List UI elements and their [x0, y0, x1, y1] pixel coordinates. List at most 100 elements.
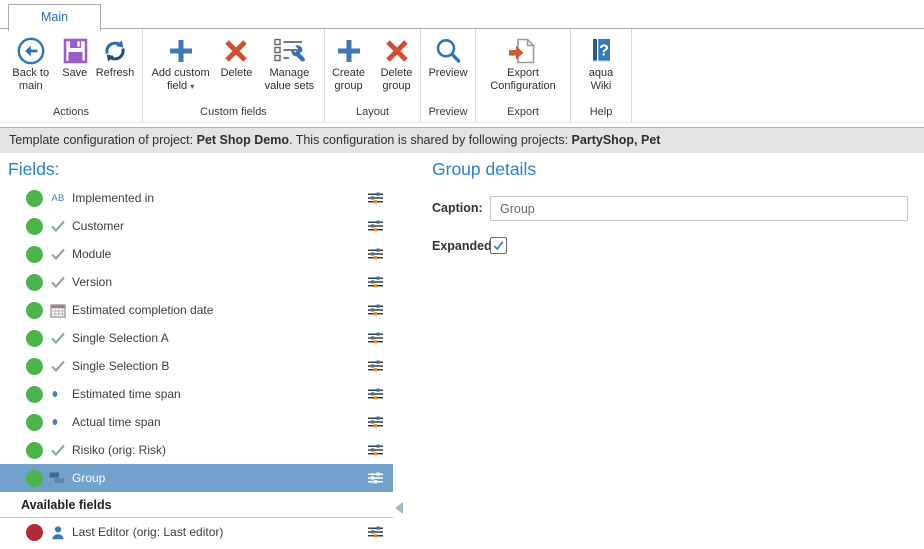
manage-value-sets-label: Manage value sets: [259, 67, 319, 93]
checkmark-icon: [492, 239, 505, 252]
field-row-module[interactable]: Module: [0, 240, 393, 268]
refresh-icon: [100, 34, 130, 67]
manage-value-sets-button[interactable]: Manage value sets: [256, 33, 322, 94]
delete-x-icon: [221, 34, 251, 67]
available-fields-header: Available fields: [0, 492, 393, 518]
field-settings-icon[interactable]: [367, 247, 384, 261]
checklist-type-icon: [47, 219, 69, 233]
caption-label: Caption:: [432, 201, 483, 215]
person-type-icon: [47, 525, 69, 540]
add-custom-field-button[interactable]: Add custom field ▾: [145, 33, 217, 94]
field-label: Customer: [72, 219, 367, 233]
status-green-icon: [26, 470, 43, 487]
ribbon-group-actions: Back to main Save Refresh Actions: [0, 29, 143, 122]
delete-group-button[interactable]: Delete group: [373, 33, 420, 94]
field-row-single-selection-b[interactable]: Single Selection B: [0, 352, 393, 380]
manage-value-sets-icon: [273, 34, 305, 67]
ribbon-group-preview: Preview Preview: [421, 29, 476, 122]
magnifier-icon: [433, 34, 463, 67]
field-label: Version: [72, 275, 367, 289]
refresh-button[interactable]: Refresh: [93, 33, 138, 81]
export-document-icon: [506, 34, 540, 67]
project-name: Pet Shop Demo: [197, 133, 289, 147]
main-content: Fields: AB Implemented in Customer Modul…: [0, 153, 924, 549]
add-custom-field-label: Add custom field ▾: [148, 67, 214, 93]
svg-text:?: ?: [599, 42, 609, 59]
field-row-actual-time-span[interactable]: Actual time span: [0, 408, 393, 436]
preview-label: Preview: [428, 67, 467, 80]
field-row-implemented-in[interactable]: AB Implemented in: [0, 184, 393, 212]
back-to-main-button[interactable]: Back to main: [5, 33, 57, 94]
checklist-type-icon: [47, 247, 69, 261]
refresh-label: Refresh: [96, 67, 135, 80]
field-row-single-selection-a[interactable]: Single Selection A: [0, 324, 393, 352]
shared-projects: PartyShop, Pet: [572, 133, 661, 147]
field-settings-icon[interactable]: [367, 275, 384, 289]
field-row-group-selected[interactable]: Group: [0, 464, 393, 492]
field-settings-icon[interactable]: [367, 303, 384, 317]
checklist-type-icon: [47, 275, 69, 289]
ribbon-group-label-preview: Preview: [421, 105, 475, 122]
field-settings-icon[interactable]: [367, 443, 384, 457]
ribbon-group-export: Export Configuration Export: [476, 29, 571, 122]
back-icon: [16, 34, 46, 67]
text-type-icon: AB: [47, 193, 69, 204]
save-label: Save: [62, 67, 87, 80]
field-settings-icon[interactable]: [367, 415, 384, 429]
create-group-button[interactable]: Create group: [325, 33, 372, 94]
delete-button[interactable]: Delete: [218, 33, 256, 81]
tab-main[interactable]: Main: [8, 4, 101, 31]
status-green-icon: [26, 414, 43, 431]
create-group-label: Create group: [328, 67, 369, 93]
field-settings-icon[interactable]: [367, 525, 384, 539]
field-settings-icon[interactable]: [367, 471, 384, 485]
export-configuration-button[interactable]: Export Configuration: [479, 33, 567, 94]
status-green-icon: [26, 330, 43, 347]
field-settings-icon[interactable]: [367, 387, 384, 401]
field-settings-icon[interactable]: [367, 359, 384, 373]
status-green-icon: [26, 386, 43, 403]
field-settings-icon[interactable]: [367, 331, 384, 345]
panel-collapse-arrow[interactable]: [395, 502, 403, 514]
delete-group-label: Delete group: [376, 67, 417, 93]
save-button[interactable]: Save: [58, 33, 92, 81]
info-bar: Template configuration of project: Pet S…: [0, 127, 924, 153]
ribbon-group-label-help: Help: [571, 105, 631, 122]
field-row-version[interactable]: Version: [0, 268, 393, 296]
aqua-wiki-label: aqua Wiki: [583, 67, 619, 93]
field-row-last-editor[interactable]: Last Editor (orig: Last editor): [0, 518, 393, 546]
field-label: Risiko (orig: Risk): [72, 443, 367, 457]
field-settings-icon[interactable]: [367, 191, 384, 205]
preview-button[interactable]: Preview: [425, 33, 470, 81]
status-green-icon: [26, 442, 43, 459]
field-row-estimated-time-span[interactable]: Estimated time span: [0, 380, 393, 408]
status-green-icon: [26, 302, 43, 319]
ribbon-body: Back to main Save Refresh Actions: [0, 29, 924, 122]
ribbon-group-layout: Create group Delete group Layout: [325, 29, 421, 122]
aqua-wiki-button[interactable]: ? aqua Wiki: [580, 33, 622, 94]
ribbon-group-label-layout: Layout: [325, 105, 420, 122]
field-row-customer[interactable]: Customer: [0, 212, 393, 240]
field-label: Implemented in: [72, 191, 367, 205]
caption-input[interactable]: [490, 196, 908, 221]
back-to-main-label: Back to main: [8, 67, 54, 93]
info-bar-middle: . This configuration is shared by follow…: [289, 133, 572, 147]
delete-x-icon: [382, 34, 412, 67]
status-green-icon: [26, 246, 43, 263]
status-green-icon: [26, 358, 43, 375]
status-red-icon: [26, 524, 43, 541]
field-row-risiko[interactable]: Risiko (orig: Risk): [0, 436, 393, 464]
checklist-type-icon: [47, 331, 69, 345]
status-green-icon: [26, 274, 43, 291]
field-label: Actual time span: [72, 415, 367, 429]
expanded-checkbox[interactable]: [490, 237, 507, 254]
wiki-book-icon: ?: [586, 34, 616, 67]
plus-icon: [334, 34, 364, 67]
field-settings-icon[interactable]: [367, 219, 384, 233]
field-row-estimated-completion-date[interactable]: Estimated completion date: [0, 296, 393, 324]
calendar-type-icon: [47, 303, 69, 318]
field-label: Estimated completion date: [72, 303, 367, 317]
delete-label: Delete: [221, 67, 253, 80]
field-label: Module: [72, 247, 367, 261]
field-label: Single Selection A: [72, 331, 367, 345]
